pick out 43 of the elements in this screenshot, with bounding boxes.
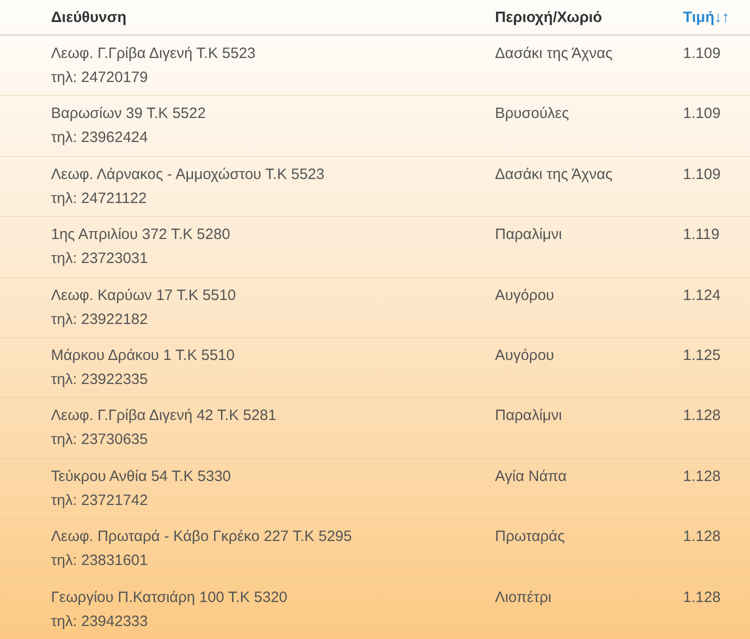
price-text: 1.109 (683, 164, 722, 185)
phone-text: τηλ: 24720179 (51, 68, 149, 88)
column-header[interactable]: Διεύθυνση (51, 8, 126, 26)
area-text: Βρυσούλες (495, 104, 570, 124)
area-text: Δασάκι της Άχνας (495, 44, 614, 64)
address-text: 1ης Απριλίου 372 Τ.Κ 5280 (51, 225, 232, 246)
address-text: Λεωφ. Πρωταρά - Κάβο Γκρέκο 227 Τ.Κ 5295 (51, 527, 353, 548)
address-text: Βαρωσίων 39 Τ.Κ 5522 (51, 104, 207, 124)
phone-text: τηλ: 23831601 (51, 551, 149, 572)
phone-text: τηλ: 24721122 (51, 188, 148, 209)
column-header[interactable]: Τιμή↓↑ (683, 8, 730, 26)
price-text: 1.128 (683, 588, 722, 608)
address-text: Λεωφ. Γ.Γρίβα Διγενή Τ.Κ 5523 (51, 44, 257, 64)
area-text: Αυγόρου (495, 346, 556, 366)
address-text: Γεωργίου Π.Κατσιάρη 100 Τ.Κ 5320 (51, 588, 288, 608)
phone-text: τηλ: 23942333 (51, 612, 149, 632)
address-text: Λεωφ. Γ.Γρίβα Διγενή 42 Τ.Κ 5281 (51, 406, 278, 426)
phone-text: τηλ: 23922335 (51, 370, 149, 390)
phone-text: τηλ: 23730635 (51, 430, 149, 450)
phone-text: τηλ: 23723031 (51, 249, 149, 270)
area-text: Πρωταράς (495, 527, 566, 548)
area-text: Αυγόρου (495, 286, 556, 306)
price-text: 1.128 (683, 527, 722, 548)
price-text: 1.125 (683, 346, 722, 366)
address-text: Λεωφ. Λάρνακος - Αμμοχώστου Τ.Κ 5523 (51, 164, 326, 185)
area-text: Παραλίμνι (495, 406, 564, 426)
area-text: Αγία Νάπα (495, 466, 568, 487)
price-text: 1.109 (683, 104, 722, 124)
address-text: Μάρκου Δράκου 1 Τ.Κ 5510 (51, 346, 236, 366)
price-text: 1.119 (683, 225, 720, 246)
column-header[interactable]: Περιοχή/Χωριό (495, 8, 602, 26)
price-text: 1.124 (683, 286, 722, 306)
address-text: Λεωφ. Καρύων 17 Τ.Κ 5510 (51, 286, 237, 306)
area-text: Παραλίμνι (495, 225, 564, 246)
address-text: Τεύκρου Ανθία 54 Τ.Κ 5330 (51, 466, 232, 487)
area-text: Δασάκι της Άχνας (495, 164, 614, 185)
area-text: Λιοπέτρι (495, 588, 552, 608)
phone-text: τηλ: 23721742 (51, 490, 149, 511)
price-text: 1.128 (683, 406, 722, 426)
phone-text: τηλ: 23962424 (51, 128, 149, 148)
phone-text: τηλ: 23922182 (51, 310, 149, 330)
price-text: 1.128 (683, 466, 722, 487)
price-text: 1.109 (683, 44, 722, 64)
